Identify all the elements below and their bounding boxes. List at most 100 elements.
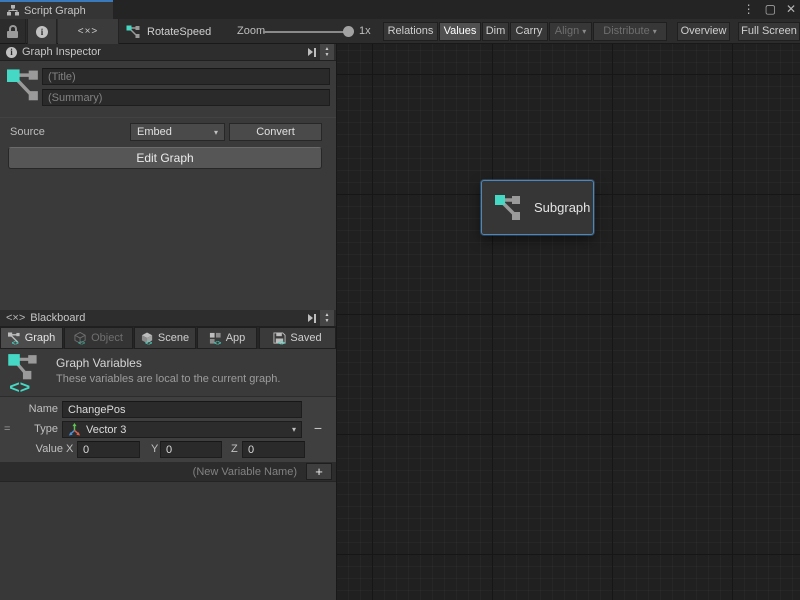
edit-graph-button[interactable]: Edit Graph (8, 147, 322, 169)
title-bar: Script Graph ⋮ ▢ ✕ (0, 0, 800, 19)
kebab-menu-icon[interactable]: ⋮ (743, 0, 755, 19)
info-icon: i (6, 47, 17, 58)
zoom-label: Zoom (237, 19, 265, 44)
caret-down-icon: ▾ (292, 425, 296, 434)
carry-button[interactable]: Carry (510, 22, 548, 41)
lock-button[interactable] (0, 19, 26, 44)
graph-summary-input[interactable] (42, 89, 330, 106)
vector3-icon (68, 423, 81, 436)
caret-down-icon: ▾ (214, 128, 218, 137)
graph-inspector-body: Source Embed ▾ Convert Edit Graph (0, 61, 336, 310)
subgraph-node-icon (494, 194, 524, 222)
variables-icon: <×> (78, 26, 99, 37)
variable-row: Name = Type Vector 3 ▾ − Value X Y Z (0, 396, 336, 462)
breadcrumb[interactable]: RotateSpeed (126, 19, 211, 44)
variable-name-input[interactable] (62, 401, 302, 418)
tab-script-graph[interactable]: Script Graph (0, 0, 113, 19)
graph-inspector-title: Graph Inspector (22, 46, 101, 58)
zoom-value: 1x (359, 19, 371, 44)
svg-text:<>: <> (11, 341, 19, 345)
caret-down-icon: ▾ (653, 27, 657, 36)
divider (0, 117, 336, 118)
dock-panel-icon[interactable] (308, 48, 316, 57)
lock-icon (7, 25, 18, 38)
blackboard-toggle-button[interactable]: <×> (58, 19, 119, 44)
tab-saved[interactable]: <> Saved (259, 327, 336, 349)
inspector-toggle-button[interactable]: i (27, 19, 57, 44)
svg-text:<>: <> (278, 341, 286, 345)
name-label: Name (18, 401, 58, 418)
graph-variables-icon: <> (8, 352, 40, 394)
value-y-input[interactable] (160, 441, 222, 458)
scene-icon: <> (141, 332, 154, 345)
drag-handle-icon[interactable]: = (4, 421, 10, 438)
script-graph-window: Script Graph ⋮ ▢ ✕ i <×> RotateSpeed Z (0, 0, 800, 600)
blackboard-header: <×> Blackboard ▲ ▼ (0, 310, 336, 327)
value-x-input[interactable] (77, 441, 140, 458)
graph-title-input[interactable] (42, 68, 330, 85)
graph-inspector-header: i Graph Inspector ▲ ▼ (0, 44, 336, 61)
graph-toolbar: i <×> RotateSpeed Zoom 1x Relations Valu… (0, 19, 800, 44)
spinner-up-icon: ▲ (325, 313, 330, 318)
graph-hierarchy-icon (7, 5, 19, 16)
graph-node-icon (126, 25, 141, 39)
new-variable-row: + (0, 462, 336, 482)
distribute-dropdown-button[interactable]: Distribute▾ (593, 22, 667, 41)
overview-button[interactable]: Overview (677, 22, 730, 41)
panel-scroll-spinner[interactable]: ▲ ▼ (320, 310, 334, 326)
blackboard-variables-icon: <×> (6, 312, 25, 324)
value-label: Value (18, 441, 63, 458)
spinner-down-icon: ▼ (325, 53, 330, 58)
values-button[interactable]: Values (439, 22, 481, 41)
source-label: Source (10, 123, 45, 141)
graph-canvas[interactable]: Subgraph (337, 44, 800, 600)
tab-object[interactable]: <> Object (64, 327, 133, 349)
svg-text:<>: <> (214, 341, 222, 345)
blackboard-tabs: <> Graph <> Object <> Scene (0, 327, 336, 349)
graph-node-icon (7, 67, 39, 105)
x-axis-label: X (66, 441, 73, 458)
tab-graph[interactable]: <> Graph (0, 327, 63, 349)
graph-variables-section: <> Graph Variables These variables are l… (0, 349, 336, 396)
z-axis-label: Z (231, 441, 238, 458)
remove-variable-button[interactable]: − (308, 419, 328, 438)
window-controls: ⋮ ▢ ✕ (743, 0, 796, 19)
convert-button[interactable]: Convert (229, 123, 322, 141)
floppy-save-icon: <> (273, 332, 286, 345)
variable-type-dropdown[interactable]: Vector 3 ▾ (62, 421, 302, 438)
tab-label: Script Graph (24, 5, 86, 17)
blackboard-title: Blackboard (30, 312, 85, 324)
dim-button[interactable]: Dim (482, 22, 509, 41)
value-z-input[interactable] (242, 441, 305, 458)
close-icon[interactable]: ✕ (786, 0, 796, 19)
spinner-up-icon: ▲ (325, 47, 330, 52)
subgraph-node[interactable]: Subgraph (481, 180, 594, 235)
y-axis-label: Y (151, 441, 158, 458)
new-variable-name-input[interactable] (56, 463, 302, 480)
maximize-icon[interactable]: ▢ (765, 0, 776, 19)
caret-down-icon: ▾ (582, 27, 586, 36)
graph-tab-icon: <> (8, 332, 21, 345)
object-cube-icon: <> (74, 332, 87, 345)
node-label: Subgraph (534, 200, 590, 215)
dock-panel-icon[interactable] (308, 314, 316, 323)
tab-scene[interactable]: <> Scene (134, 327, 196, 349)
zoom-slider-knob[interactable] (343, 26, 354, 37)
type-label: Type (18, 421, 58, 438)
svg-text:<>: <> (145, 341, 153, 345)
svg-text:<>: <> (78, 341, 86, 345)
tab-app[interactable]: <> App (197, 327, 257, 349)
source-dropdown[interactable]: Embed ▾ (130, 123, 225, 141)
graph-variables-subtitle: These variables are local to the current… (56, 373, 280, 385)
spinner-down-icon: ▼ (325, 319, 330, 324)
breadcrumb-label: RotateSpeed (147, 26, 211, 38)
add-variable-button[interactable]: + (306, 463, 332, 480)
graph-variables-title: Graph Variables (56, 356, 142, 370)
align-dropdown-button[interactable]: Align▾ (549, 22, 592, 41)
svg-text:<>: <> (9, 377, 30, 394)
app-icon: <> (209, 332, 222, 345)
full-screen-button[interactable]: Full Screen (738, 22, 800, 41)
relations-button[interactable]: Relations (383, 22, 438, 41)
zoom-slider[interactable] (263, 31, 352, 33)
panel-scroll-spinner[interactable]: ▲ ▼ (320, 44, 334, 60)
